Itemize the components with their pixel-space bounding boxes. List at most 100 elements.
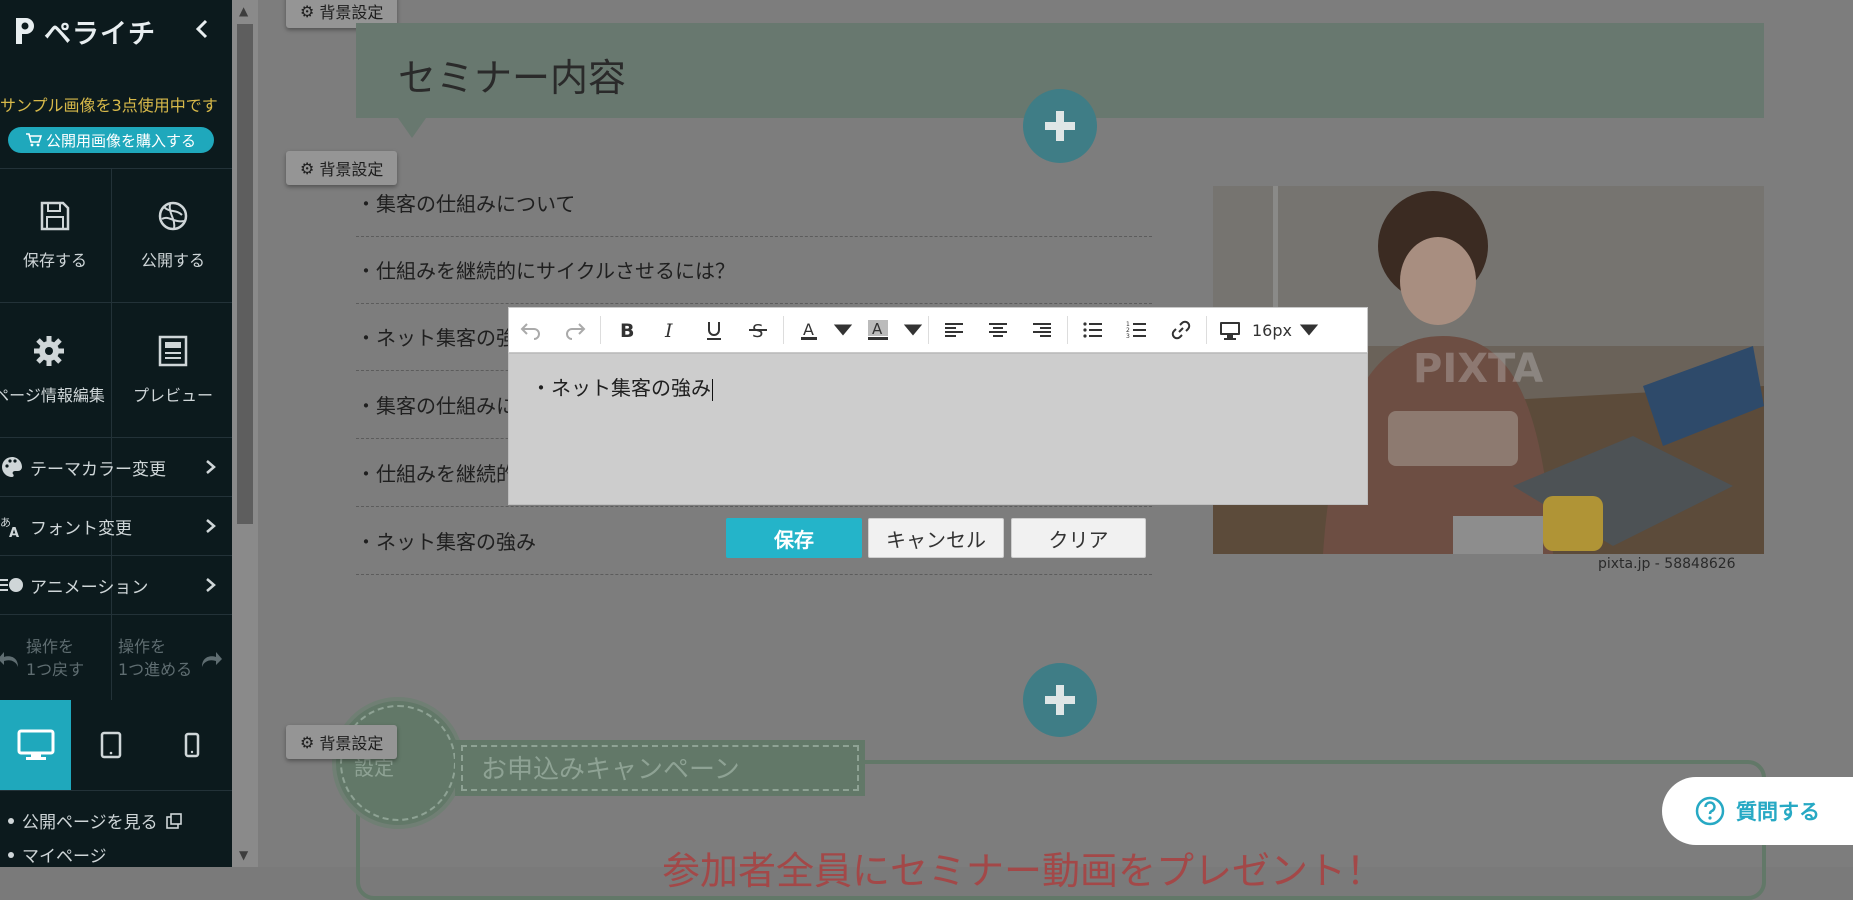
chevron-left-icon[interactable]	[192, 18, 214, 40]
align-center-button[interactable]	[976, 307, 1020, 353]
align-left-button[interactable]	[932, 307, 976, 353]
question-label: 質問する	[1736, 800, 1820, 824]
underline-button[interactable]	[692, 307, 736, 353]
redo-tool-button[interactable]	[553, 307, 597, 353]
campaign-ribbon-text[interactable]: お申込みキャンペーン	[481, 749, 740, 786]
page-info-edit-button[interactable]: ページ情報編集	[0, 303, 110, 437]
italic-icon: I	[664, 320, 673, 341]
toolbar-separator	[783, 316, 784, 344]
undo-icon	[0, 652, 18, 667]
public-page-link[interactable]: 公開ページを見る	[8, 808, 182, 833]
mypage-label: マイページ	[22, 847, 107, 867]
caret-down-icon	[903, 324, 923, 336]
scroll-down-icon[interactable]: ▼	[239, 848, 248, 862]
logo-text: ペライチ	[44, 18, 156, 50]
svg-text:3: 3	[1126, 333, 1130, 340]
background-setting-button[interactable]: ⚙ 背景設定	[286, 725, 398, 759]
align-right-button[interactable]	[1020, 307, 1064, 353]
plus-icon	[1045, 685, 1075, 715]
text-color-dropdown[interactable]	[831, 307, 855, 353]
buy-public-image-button[interactable]: 公開用画像を購入する	[8, 127, 214, 153]
add-block-button[interactable]	[1023, 89, 1097, 163]
bullet	[8, 817, 14, 824]
text-color-icon: A	[801, 320, 817, 340]
add-block-button[interactable]	[1023, 663, 1097, 737]
text-editor-area[interactable]: ・ネット集客の強み	[508, 353, 1368, 505]
strikethrough-button[interactable]: S	[736, 307, 780, 353]
undo-line-1: 操作を	[26, 637, 75, 656]
svg-text:A: A	[803, 320, 814, 339]
svg-text:B: B	[620, 320, 634, 341]
bold-icon: B	[620, 320, 634, 341]
editor-text: ・ネット集客の強み	[531, 376, 711, 400]
undo-tool-button[interactable]	[509, 307, 553, 353]
italic-button[interactable]: I	[648, 307, 692, 353]
editor-clear-button[interactable]: クリア	[1011, 518, 1146, 558]
logo[interactable]: ペライチ	[10, 12, 156, 50]
scrollbar-thumb[interactable]	[237, 24, 253, 524]
editor-cancel-button[interactable]: キャンセル	[868, 518, 1004, 558]
menu-label: アニメーション	[30, 577, 149, 598]
background-color-dropdown[interactable]	[901, 307, 925, 353]
bullet-list-button[interactable]	[1071, 307, 1115, 353]
list-item[interactable]: ・集客の仕組みについて	[356, 169, 1152, 237]
background-color-button[interactable]: A	[855, 307, 901, 353]
scroll-up-icon[interactable]: ▲	[239, 4, 248, 18]
section-title[interactable]: セミナー内容	[398, 47, 626, 102]
align-center-icon	[989, 323, 1007, 337]
device-mobile-button[interactable]	[151, 700, 232, 790]
toolbar-separator	[600, 316, 601, 344]
numbered-list-button[interactable]: 123	[1115, 307, 1159, 353]
photo-watermark: PIXTA	[1413, 346, 1544, 392]
device-tablet-button[interactable]	[71, 700, 151, 790]
menu-theme-color[interactable]: テーマカラー変更	[0, 438, 232, 496]
bullet	[8, 851, 14, 858]
public-page-label: 公開ページを見る	[22, 813, 158, 833]
page-info-label: ページ情報編集	[0, 386, 105, 405]
question-circle-icon	[1695, 796, 1725, 826]
save-icon	[40, 201, 70, 231]
chevron-right-icon	[206, 578, 216, 592]
toolbar-separator	[1206, 316, 1207, 344]
publish-button[interactable]: 公開する	[118, 168, 228, 302]
editor-content[interactable]: ・ネット集客の強み	[531, 372, 713, 401]
list-item[interactable]: ・仕組みを継続的にサイクルさせるには？	[356, 236, 1152, 304]
svg-text:A: A	[9, 526, 19, 538]
save-button[interactable]: 保存する	[0, 168, 110, 302]
bold-button[interactable]: B	[604, 307, 648, 353]
toolbar-separator	[928, 316, 929, 344]
preview-button[interactable]: プレビュー	[118, 303, 228, 437]
bg-setting-label: 背景設定	[319, 3, 384, 22]
chevron-right-icon	[206, 519, 216, 533]
gear-icon: ⚙	[300, 1, 315, 21]
device-preview-button[interactable]	[1210, 307, 1250, 353]
heading-notch	[398, 118, 426, 138]
font-size-dropdown[interactable]: 16px	[1250, 307, 1322, 353]
text-color-button[interactable]: A	[787, 307, 831, 353]
animation-icon	[0, 578, 23, 592]
globe-icon	[158, 201, 188, 231]
redo-button[interactable]: 操作を 1つ進める	[112, 625, 222, 695]
undo-button[interactable]: 操作を 1つ戻す	[0, 625, 110, 695]
mypage-link[interactable]: マイページ	[8, 842, 107, 867]
menu-animation[interactable]: アニメーション	[0, 556, 232, 614]
bg-setting-label: 背景設定	[319, 734, 384, 753]
undo-icon	[520, 323, 540, 340]
ask-question-button[interactable]: 質問する	[1662, 777, 1853, 845]
editor-save-button[interactable]: 保存	[726, 518, 862, 558]
desktop-icon	[1220, 322, 1240, 340]
preview-icon	[158, 335, 188, 367]
device-desktop-button[interactable]	[0, 700, 71, 790]
bullet-list-icon	[1083, 322, 1102, 338]
redo-icon	[202, 652, 222, 667]
preview-label: プレビュー	[132, 386, 213, 405]
photo-caption: pixta.jp - 58848626	[1598, 556, 1736, 572]
divider	[111, 168, 112, 700]
menu-font-change[interactable]: あ A フォント変更	[0, 497, 232, 555]
insert-link-button[interactable]	[1159, 307, 1203, 353]
chevron-right-icon	[206, 460, 216, 474]
redo-line-1: 操作を	[118, 637, 167, 656]
external-link-icon	[165, 812, 182, 829]
campaign-headline[interactable]: 参加者全員にセミナー動画をプレゼント！	[662, 840, 1384, 895]
menu-label: フォント変更	[30, 518, 132, 539]
